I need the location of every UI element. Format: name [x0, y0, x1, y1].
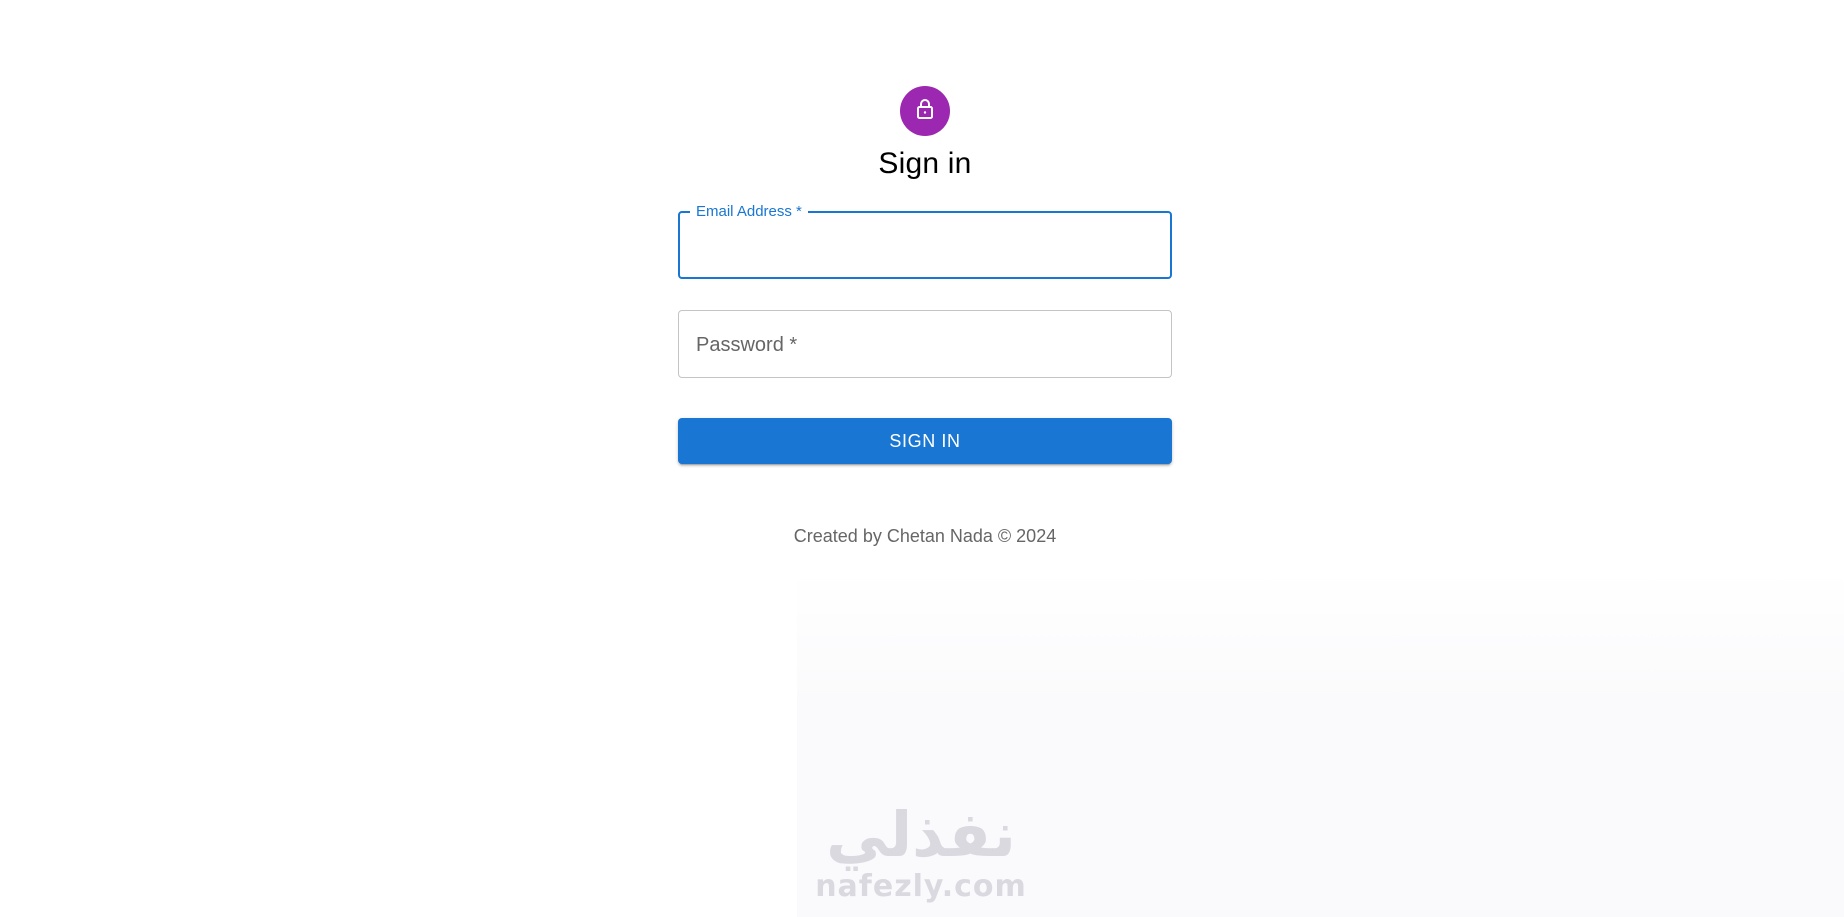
- sign-in-button[interactable]: SIGN IN: [678, 418, 1172, 464]
- watermark-logo: نفذلي nafezly.com: [810, 800, 1032, 904]
- lock-icon: [913, 97, 937, 126]
- page: Sign in Email Address * Password * SIGN …: [0, 0, 1844, 917]
- sign-in-form: Sign in Email Address * Password * SIGN …: [678, 86, 1172, 548]
- avatar: [900, 86, 950, 136]
- email-field[interactable]: Email Address *: [678, 203, 1172, 279]
- watermark-latin: nafezly.com: [815, 869, 1027, 904]
- watermark-arabic: نفذلي: [826, 798, 1016, 871]
- footer-copyright: Created by Chetan Nada © 2024: [793, 526, 1057, 546]
- email-input[interactable]: [696, 231, 1160, 263]
- page-title: Sign in: [878, 147, 972, 180]
- password-field[interactable]: Password *: [678, 310, 1172, 378]
- password-input[interactable]: [695, 329, 1159, 361]
- email-field-label: Email Address *: [690, 203, 808, 221]
